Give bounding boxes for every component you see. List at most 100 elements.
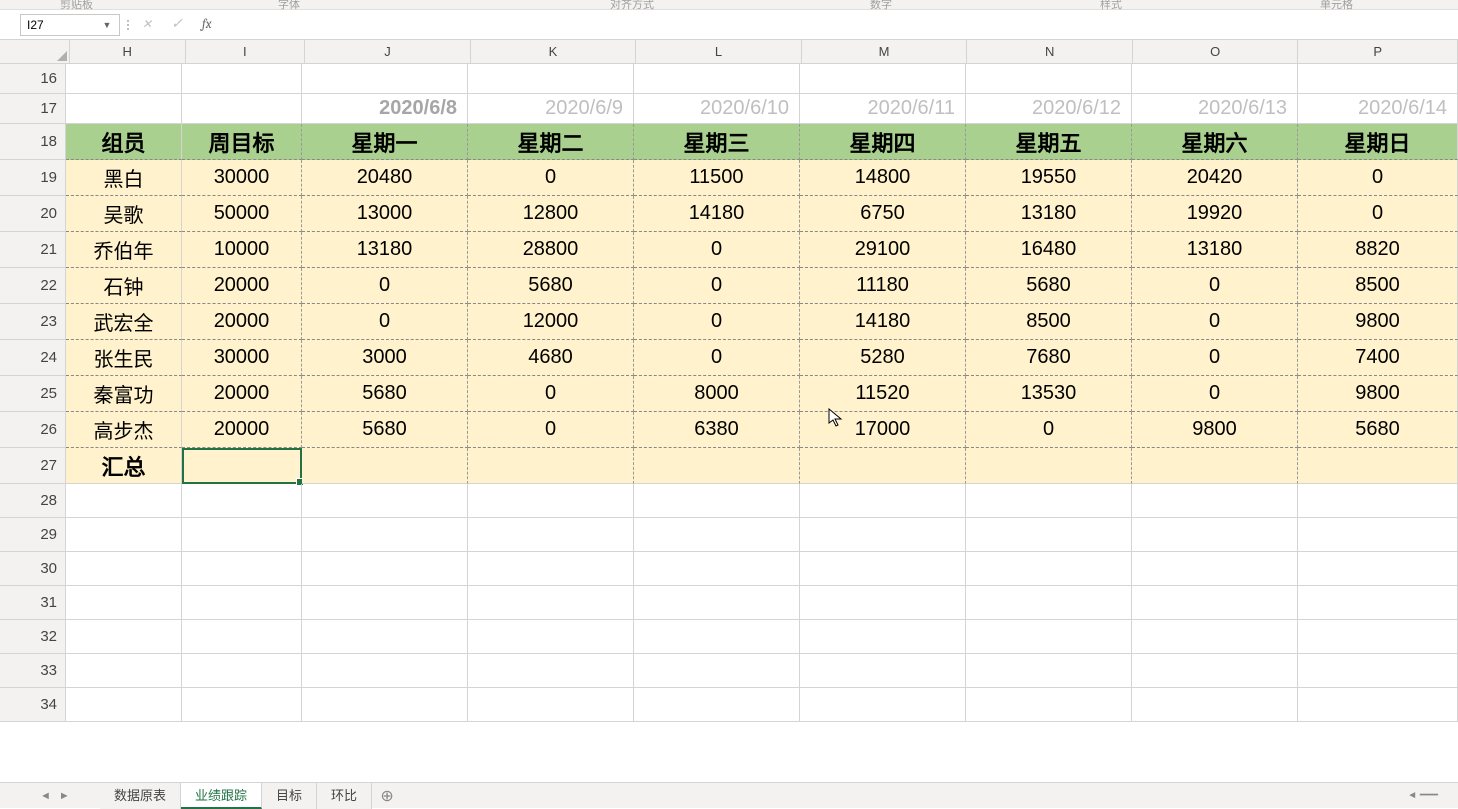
- cell[interactable]: 星期六: [1132, 124, 1298, 160]
- cell[interactable]: [634, 64, 800, 94]
- cell[interactable]: 7680: [966, 340, 1132, 376]
- cell[interactable]: 高步杰: [66, 412, 182, 448]
- cell[interactable]: [66, 654, 182, 688]
- cell[interactable]: [1298, 64, 1458, 94]
- cell[interactable]: [468, 64, 634, 94]
- cell[interactable]: 5280: [800, 340, 966, 376]
- cell[interactable]: [302, 586, 468, 620]
- cell[interactable]: [966, 552, 1132, 586]
- cell[interactable]: [634, 688, 800, 722]
- column-header[interactable]: I: [186, 40, 306, 63]
- row-header[interactable]: 28: [0, 484, 66, 518]
- cell[interactable]: [468, 448, 634, 484]
- tab-scroll-indicator[interactable]: ◄ ━━━: [1407, 790, 1438, 801]
- cell[interactable]: [1298, 518, 1458, 552]
- row-header[interactable]: 20: [0, 196, 66, 232]
- column-header[interactable]: J: [305, 40, 471, 63]
- cell[interactable]: 0: [1132, 340, 1298, 376]
- row-header[interactable]: 31: [0, 586, 66, 620]
- row-header[interactable]: 23: [0, 304, 66, 340]
- cell[interactable]: [1298, 484, 1458, 518]
- cell[interactable]: [634, 654, 800, 688]
- cell[interactable]: [634, 586, 800, 620]
- row-header[interactable]: 26: [0, 412, 66, 448]
- cell[interactable]: 11520: [800, 376, 966, 412]
- column-header[interactable]: O: [1133, 40, 1299, 63]
- sheet-tab[interactable]: 业绩跟踪: [181, 783, 262, 809]
- cell[interactable]: 星期四: [800, 124, 966, 160]
- cells-area[interactable]: 2020/6/82020/6/92020/6/102020/6/112020/6…: [66, 64, 1458, 722]
- sheet-tab[interactable]: 数据原表: [100, 783, 181, 809]
- cell[interactable]: 50000: [182, 196, 302, 232]
- cell[interactable]: 石钟: [66, 268, 182, 304]
- cell[interactable]: [66, 64, 182, 94]
- row-header[interactable]: 34: [0, 688, 66, 722]
- cell[interactable]: [468, 518, 634, 552]
- cell[interactable]: [66, 620, 182, 654]
- name-box[interactable]: I27 ▼: [20, 14, 120, 36]
- cell[interactable]: [182, 484, 302, 518]
- cell[interactable]: [1132, 586, 1298, 620]
- cell[interactable]: 13180: [302, 232, 468, 268]
- cell[interactable]: 0: [468, 412, 634, 448]
- cell[interactable]: 0: [966, 412, 1132, 448]
- cell[interactable]: 14180: [800, 304, 966, 340]
- name-box-dropdown-icon[interactable]: ▼: [101, 20, 113, 30]
- cell[interactable]: [1132, 448, 1298, 484]
- cell[interactable]: 星期一: [302, 124, 468, 160]
- cell[interactable]: 8820: [1298, 232, 1458, 268]
- cell[interactable]: [1132, 620, 1298, 654]
- cell[interactable]: 0: [1298, 160, 1458, 196]
- cell[interactable]: 29100: [800, 232, 966, 268]
- cell[interactable]: [966, 654, 1132, 688]
- cell[interactable]: [302, 484, 468, 518]
- cell[interactable]: [66, 586, 182, 620]
- cell[interactable]: [66, 552, 182, 586]
- cell[interactable]: [66, 518, 182, 552]
- cell[interactable]: [182, 552, 302, 586]
- cell[interactable]: 20000: [182, 376, 302, 412]
- cell[interactable]: [302, 518, 468, 552]
- cell[interactable]: 10000: [182, 232, 302, 268]
- cell[interactable]: [966, 448, 1132, 484]
- add-sheet-button[interactable]: ⊕: [372, 786, 402, 806]
- cell[interactable]: 20000: [182, 304, 302, 340]
- row-header[interactable]: 30: [0, 552, 66, 586]
- cell[interactable]: 2020/6/9: [468, 94, 634, 124]
- cell[interactable]: 14180: [634, 196, 800, 232]
- cell[interactable]: 4680: [468, 340, 634, 376]
- cell[interactable]: [182, 620, 302, 654]
- cell[interactable]: [800, 620, 966, 654]
- row-header[interactable]: 18: [0, 124, 66, 160]
- cell[interactable]: [634, 518, 800, 552]
- cell[interactable]: 2020/6/8: [302, 94, 468, 124]
- select-all-corner[interactable]: [0, 40, 70, 64]
- cell[interactable]: [1298, 552, 1458, 586]
- cell[interactable]: 19550: [966, 160, 1132, 196]
- row-header[interactable]: 27: [0, 448, 66, 484]
- cell[interactable]: [302, 552, 468, 586]
- cell[interactable]: 14800: [800, 160, 966, 196]
- sheet-tab[interactable]: 目标: [262, 783, 317, 809]
- cell[interactable]: [66, 688, 182, 722]
- cell[interactable]: 0: [302, 268, 468, 304]
- column-header[interactable]: N: [967, 40, 1133, 63]
- row-header[interactable]: 33: [0, 654, 66, 688]
- cell[interactable]: [634, 552, 800, 586]
- cell[interactable]: 8500: [966, 304, 1132, 340]
- cell[interactable]: 9800: [1298, 304, 1458, 340]
- cell[interactable]: 0: [1132, 376, 1298, 412]
- column-header[interactable]: M: [802, 40, 968, 63]
- cell[interactable]: [182, 64, 302, 94]
- cell[interactable]: 0: [634, 232, 800, 268]
- cell[interactable]: 张生民: [66, 340, 182, 376]
- row-header[interactable]: 32: [0, 620, 66, 654]
- cell[interactable]: [1132, 518, 1298, 552]
- cell[interactable]: [182, 94, 302, 124]
- fx-icon[interactable]: fx: [202, 17, 212, 32]
- spreadsheet-grid[interactable]: HIJKLMNOP 161718192021222324252627282930…: [0, 40, 1458, 772]
- cell[interactable]: 20420: [1132, 160, 1298, 196]
- cell[interactable]: 17000: [800, 412, 966, 448]
- cell[interactable]: [468, 484, 634, 518]
- cell[interactable]: 0: [634, 304, 800, 340]
